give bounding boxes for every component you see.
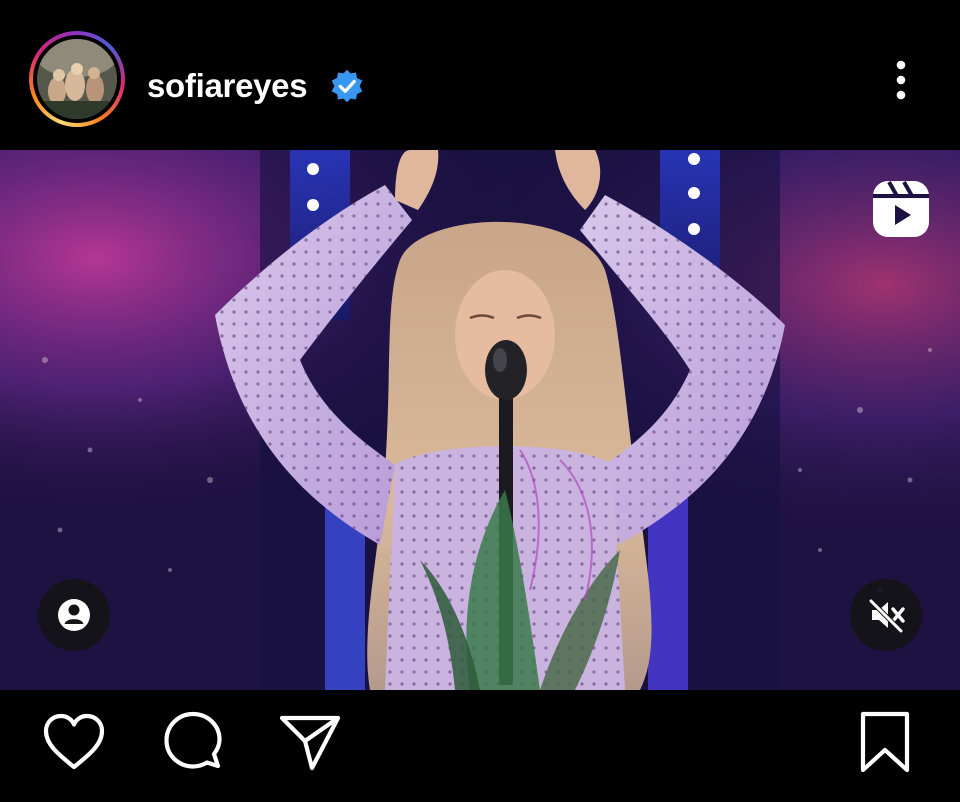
post-header: sofiareyes [0, 0, 960, 150]
comment-icon[interactable] [161, 710, 225, 774]
paper-plane-icon[interactable] [278, 710, 342, 774]
muted-speaker-icon [869, 599, 905, 633]
video-frame [0, 150, 960, 690]
post-actions-bar [0, 690, 960, 802]
user-tags-button[interactable] [38, 579, 110, 651]
bookmark-icon[interactable] [855, 710, 915, 774]
verified-badge-icon [331, 69, 363, 103]
heart-icon[interactable] [42, 712, 106, 772]
avatar-photo [37, 39, 117, 119]
reels-icon [873, 181, 929, 237]
story-ring[interactable] [29, 31, 125, 127]
mute-toggle-button[interactable] [850, 579, 922, 651]
reel-video[interactable] [0, 150, 960, 690]
profile-avatar[interactable] [37, 39, 117, 119]
username[interactable]: sofiareyes [147, 66, 308, 106]
more-options-icon[interactable] [886, 57, 916, 103]
user-tags-icon [58, 599, 90, 631]
